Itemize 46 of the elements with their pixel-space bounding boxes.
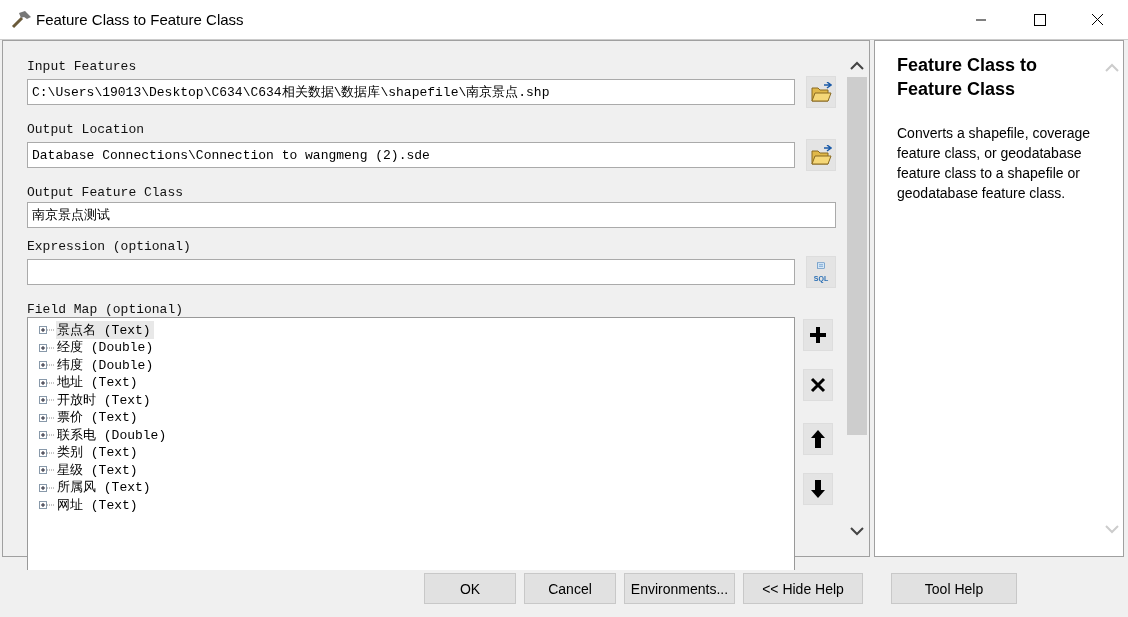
field-item[interactable]: 纬度 (Double) [56, 355, 157, 374]
up-button[interactable] [803, 423, 833, 455]
parameter-label: Output Location [27, 121, 146, 139]
chevron-up-icon [1105, 63, 1119, 73]
field-item[interactable]: 地址 (Text) [56, 373, 141, 392]
text-field[interactable]: 南京景点测试 [27, 202, 836, 228]
chevron-down-icon[interactable] [849, 526, 864, 536]
field-item[interactable]: 景点名 (Text) [56, 320, 154, 339]
hammer-icon [10, 9, 32, 30]
folder-icon [810, 82, 832, 102]
chevron-up-icon[interactable] [849, 61, 864, 71]
add-icon [808, 325, 828, 345]
path-field[interactable]: Database Connections\Connection to wangmeng (2).sde [27, 142, 795, 168]
field-item[interactable]: 类别 (Text) [56, 443, 141, 462]
dialog-button[interactable]: Environments... [624, 573, 735, 604]
parameter-label: Output Feature Class [27, 184, 185, 202]
help-title: Feature Class to Feature Class [897, 54, 1039, 101]
help-text: Converts a shapefile, coverage feature class, or geodatabase feature class to a shapefile or geodatabase feature class. [897, 124, 1091, 203]
folder-icon [810, 145, 832, 165]
remove-button[interactable] [803, 369, 833, 401]
field-item[interactable]: 所属风 (Text) [56, 478, 154, 497]
down-arrow-icon [808, 479, 828, 499]
dialog-button[interactable]: OK [424, 573, 516, 604]
parameter-label: Expression (optional) [27, 238, 192, 256]
parameter-label: Input Features [27, 58, 138, 76]
up-arrow-icon [808, 429, 828, 449]
field-item[interactable]: 票价 (Text) [56, 408, 141, 427]
chevron-down-icon [1105, 524, 1119, 534]
down-button[interactable] [803, 473, 833, 505]
scroll-thumb[interactable] [846, 77, 867, 435]
browse-button[interactable] [806, 139, 836, 171]
field-item[interactable]: 星级 (Text) [56, 460, 141, 479]
window-title: Feature Class to Feature Class [36, 11, 245, 28]
parameter-label: Field Map (optional) [27, 301, 185, 319]
field-item[interactable]: 联系电 (Double) [56, 425, 170, 444]
add-button[interactable] [803, 319, 833, 351]
field-item[interactable]: 经度 (Double) [56, 338, 157, 357]
dialog-button[interactable]: Tool Help [891, 573, 1017, 604]
path-field[interactable] [27, 259, 795, 285]
remove-icon [808, 375, 828, 395]
field-item[interactable]: 网址 (Text) [56, 495, 141, 514]
dialog-button[interactable]: Cancel [524, 573, 616, 604]
path-field[interactable]: C:\Users\19013\Desktop\C634\C634相关数据\数据库\shapefile\南京景点.shp [27, 79, 795, 105]
browse-button[interactable] [806, 76, 836, 108]
field-item[interactable]: 开放时 (Text) [56, 390, 154, 409]
dialog-button[interactable]: << Hide Help [743, 573, 863, 604]
